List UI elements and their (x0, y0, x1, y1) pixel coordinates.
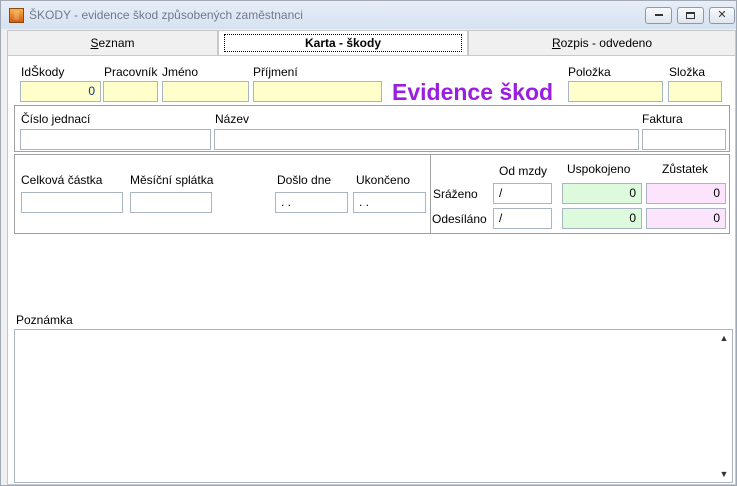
odesilano-od-mzdy-field[interactable]: / (493, 208, 552, 229)
tab-bar: Seznam Karta - škody Rozpis - odvedeno (7, 30, 736, 55)
tab-rozpis-label: ozpis - odvedeno (560, 36, 653, 50)
doslo-dne-field[interactable]: . . (275, 192, 348, 213)
poznamka-label: Poznámka (16, 313, 73, 327)
close-button[interactable]: ✕ (709, 7, 735, 24)
application-window: ŠKODY - evidence škod způsobených zaměst… (0, 0, 737, 486)
srazeno-zustatek-field[interactable]: 0 (646, 183, 726, 204)
form-heading: Evidence škod (392, 79, 554, 105)
id-skody-field[interactable]: 0 (20, 81, 101, 102)
odesilano-zustatek-field[interactable]: 0 (646, 208, 726, 229)
karta-panel: IdŠkody 0 Pracovník Jméno Příjmení Evide… (7, 55, 736, 485)
tab-karta-skody[interactable]: Karta - škody (218, 30, 468, 55)
odesilano-uspokojeno-field[interactable]: 0 (562, 208, 642, 229)
cislo-jednaci-field[interactable] (20, 129, 211, 150)
close-icon: ✕ (717, 9, 727, 21)
tab-seznam-label: eznam (98, 36, 135, 50)
pracovnik-field[interactable] (103, 81, 158, 102)
slozka-label: Složka (669, 65, 706, 79)
faktura-label: Faktura (642, 112, 683, 126)
minimize-button[interactable] (645, 7, 672, 24)
srazeno-uspokojeno-field[interactable]: 0 (562, 183, 642, 204)
uspokojeno-header: Uspokojeno (567, 162, 631, 176)
ukonceno-field[interactable]: . . (353, 192, 426, 213)
polozka-field[interactable] (568, 81, 663, 102)
jmeno-label: Jméno (162, 65, 199, 79)
srazeno-od-mzdy-field[interactable]: / (493, 183, 552, 204)
celkova-castka-field[interactable] (21, 192, 123, 213)
maximize-button[interactable] (677, 7, 704, 24)
scroll-up-icon[interactable]: ▲ (718, 332, 730, 344)
id-skody-label: IdŠkody (21, 65, 65, 79)
app-icon[interactable] (9, 8, 24, 23)
payments-divider (430, 154, 431, 234)
jmeno-field[interactable] (162, 81, 249, 102)
slozka-field[interactable] (668, 81, 722, 102)
doslo-dne-label: Došlo dne (277, 173, 332, 187)
poznamka-textarea[interactable]: ▲ ▼ (14, 329, 733, 483)
prijmeni-field[interactable] (253, 81, 382, 102)
prijmeni-label: Příjmení (253, 65, 298, 79)
polozka-label: Položka (568, 65, 611, 79)
tab-rozpis-odvedeno[interactable]: Rozpis - odvedeno (468, 30, 736, 55)
mesicni-splatka-label: Měsíční splátka (130, 173, 214, 187)
maximize-icon (686, 11, 695, 19)
srazeno-label: Sráženo (433, 187, 478, 201)
zustatek-header: Zůstatek (662, 162, 709, 176)
title-bar[interactable]: ŠKODY - evidence škod způsobených zaměst… (1, 1, 736, 29)
nazev-label: Název (215, 112, 250, 126)
celkova-castka-label: Celková částka (21, 173, 103, 187)
mesicni-splatka-field[interactable] (130, 192, 212, 213)
ukonceno-label: Ukončeno (356, 173, 411, 187)
cislo-jednaci-label: Číslo jednací (21, 112, 91, 126)
minimize-icon (654, 14, 663, 17)
od-mzdy-header: Od mzdy (499, 164, 548, 178)
tab-karta-skody-label: Karta - škody (224, 34, 462, 52)
nazev-field[interactable] (214, 129, 639, 150)
faktura-field[interactable] (642, 129, 726, 150)
odesilano-label: Odesíláno (432, 212, 487, 226)
scroll-down-icon[interactable]: ▼ (718, 468, 730, 480)
tab-seznam[interactable]: Seznam (7, 30, 218, 55)
tab-rozpis-accesskey: R (551, 36, 561, 50)
pracovnik-label: Pracovník (104, 65, 158, 79)
window-title: ŠKODY - evidence škod způsobených zaměst… (29, 8, 303, 22)
